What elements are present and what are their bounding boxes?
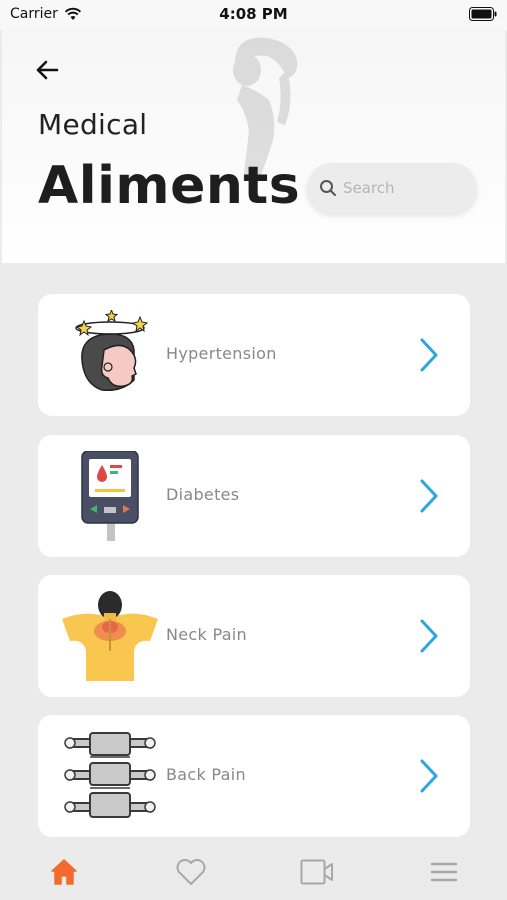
tab-videos[interactable]	[300, 856, 334, 888]
tab-menu[interactable]	[427, 856, 461, 888]
ailment-card-diabetes[interactable]: Diabetes	[38, 435, 470, 557]
ailment-label: Neck Pain	[166, 625, 247, 644]
ailment-label: Diabetes	[166, 485, 240, 504]
search-icon	[320, 180, 336, 196]
ailment-label: Hypertension	[166, 344, 277, 363]
search-input[interactable]	[343, 179, 463, 197]
glucose-meter-icon	[81, 451, 139, 541]
menu-icon	[430, 862, 458, 882]
ailment-card-hypertension[interactable]: Hypertension	[38, 294, 470, 416]
ailment-label: Back Pain	[166, 765, 246, 784]
neck-pain-icon	[62, 591, 158, 681]
spine-icon	[64, 732, 156, 818]
tab-favorites[interactable]	[174, 856, 208, 888]
chevron-right-icon	[420, 619, 438, 653]
ailment-card-neck-pain[interactable]: Neck Pain	[38, 575, 470, 697]
chevron-right-icon	[420, 759, 438, 793]
dizzy-head-icon	[75, 310, 149, 392]
video-icon	[300, 859, 333, 885]
home-icon	[51, 859, 77, 885]
tab-home[interactable]	[47, 856, 81, 888]
status-bar: Carrier 4:08 PM	[0, 0, 507, 30]
page-subtitle: Medical	[38, 108, 148, 141]
ailment-card-back-pain[interactable]: Back Pain	[38, 715, 470, 837]
battery-icon	[469, 7, 497, 21]
chevron-right-icon	[420, 338, 438, 372]
search-box[interactable]	[307, 163, 477, 213]
page-title: Aliments	[38, 156, 301, 216]
tab-bar	[0, 838, 507, 900]
chevron-right-icon	[420, 479, 438, 513]
header: Medical Aliments	[2, 30, 505, 263]
back-arrow-icon[interactable]	[32, 55, 62, 85]
heart-icon	[176, 859, 206, 885]
status-time: 4:08 PM	[219, 5, 288, 23]
